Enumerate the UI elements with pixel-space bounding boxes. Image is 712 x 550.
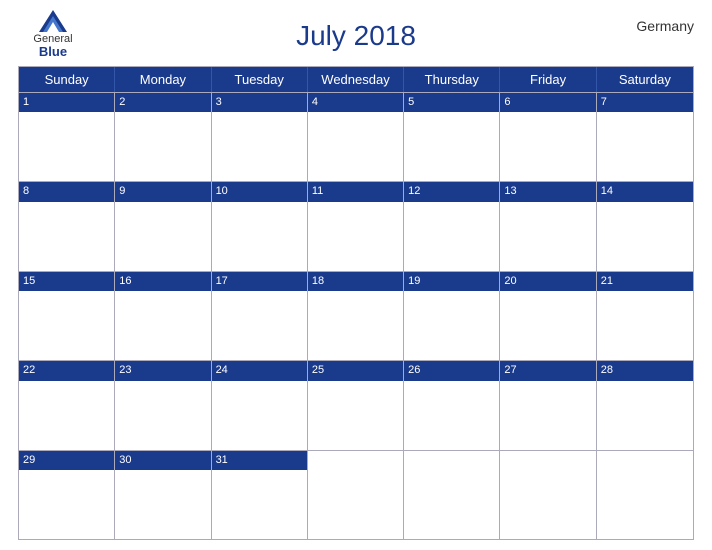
calendar-grid: Sunday Monday Tuesday Wednesday Thursday… bbox=[18, 66, 694, 540]
week-2: 8 9 10 11 12 13 14 bbox=[19, 181, 693, 270]
day-25: 25 bbox=[308, 361, 404, 449]
day-17: 17 bbox=[212, 272, 308, 360]
day-31: 31 bbox=[212, 451, 308, 539]
day-29: 29 bbox=[19, 451, 115, 539]
day-headers: Sunday Monday Tuesday Wednesday Thursday… bbox=[19, 67, 693, 92]
header-monday: Monday bbox=[115, 67, 211, 92]
day-22: 22 bbox=[19, 361, 115, 449]
day-21: 21 bbox=[597, 272, 693, 360]
day-19: 19 bbox=[404, 272, 500, 360]
day-11: 11 bbox=[308, 182, 404, 270]
day-16: 16 bbox=[115, 272, 211, 360]
day-18: 18 bbox=[308, 272, 404, 360]
day-5: 5 bbox=[404, 93, 500, 181]
day-4: 4 bbox=[308, 93, 404, 181]
day-10: 10 bbox=[212, 182, 308, 270]
day-empty-3 bbox=[500, 451, 596, 539]
calendar-body: 1 2 3 4 5 6 7 8 9 10 11 12 13 14 15 16 bbox=[19, 92, 693, 539]
day-23: 23 bbox=[115, 361, 211, 449]
day-24: 24 bbox=[212, 361, 308, 449]
day-2: 2 bbox=[115, 93, 211, 181]
calendar-header: General Blue July 2018 Germany bbox=[18, 10, 694, 62]
logo-blue-text: Blue bbox=[39, 45, 67, 59]
week-3: 15 16 17 18 19 20 21 bbox=[19, 271, 693, 360]
day-15: 15 bbox=[19, 272, 115, 360]
day-empty-1 bbox=[308, 451, 404, 539]
header-tuesday: Tuesday bbox=[212, 67, 308, 92]
week-4: 22 23 24 25 26 27 28 bbox=[19, 360, 693, 449]
logo-icon bbox=[39, 10, 67, 32]
calendar-title: July 2018 bbox=[296, 20, 416, 52]
country-label: Germany bbox=[636, 18, 694, 34]
day-28: 28 bbox=[597, 361, 693, 449]
calendar-page: General Blue July 2018 Germany Sunday Mo… bbox=[0, 0, 712, 550]
day-9: 9 bbox=[115, 182, 211, 270]
week-5: 29 30 31 bbox=[19, 450, 693, 539]
day-27: 27 bbox=[500, 361, 596, 449]
day-12: 12 bbox=[404, 182, 500, 270]
day-empty-2 bbox=[404, 451, 500, 539]
day-3: 3 bbox=[212, 93, 308, 181]
day-7: 7 bbox=[597, 93, 693, 181]
day-empty-4 bbox=[597, 451, 693, 539]
generalblue-logo: General Blue bbox=[18, 10, 88, 59]
day-8: 8 bbox=[19, 182, 115, 270]
header-thursday: Thursday bbox=[404, 67, 500, 92]
header-sunday: Sunday bbox=[19, 67, 115, 92]
header-friday: Friday bbox=[500, 67, 596, 92]
day-30: 30 bbox=[115, 451, 211, 539]
day-1: 1 bbox=[19, 93, 115, 181]
day-13: 13 bbox=[500, 182, 596, 270]
day-14: 14 bbox=[597, 182, 693, 270]
header-saturday: Saturday bbox=[597, 67, 693, 92]
day-20: 20 bbox=[500, 272, 596, 360]
week-1: 1 2 3 4 5 6 7 bbox=[19, 92, 693, 181]
day-6: 6 bbox=[500, 93, 596, 181]
header-wednesday: Wednesday bbox=[308, 67, 404, 92]
day-26: 26 bbox=[404, 361, 500, 449]
